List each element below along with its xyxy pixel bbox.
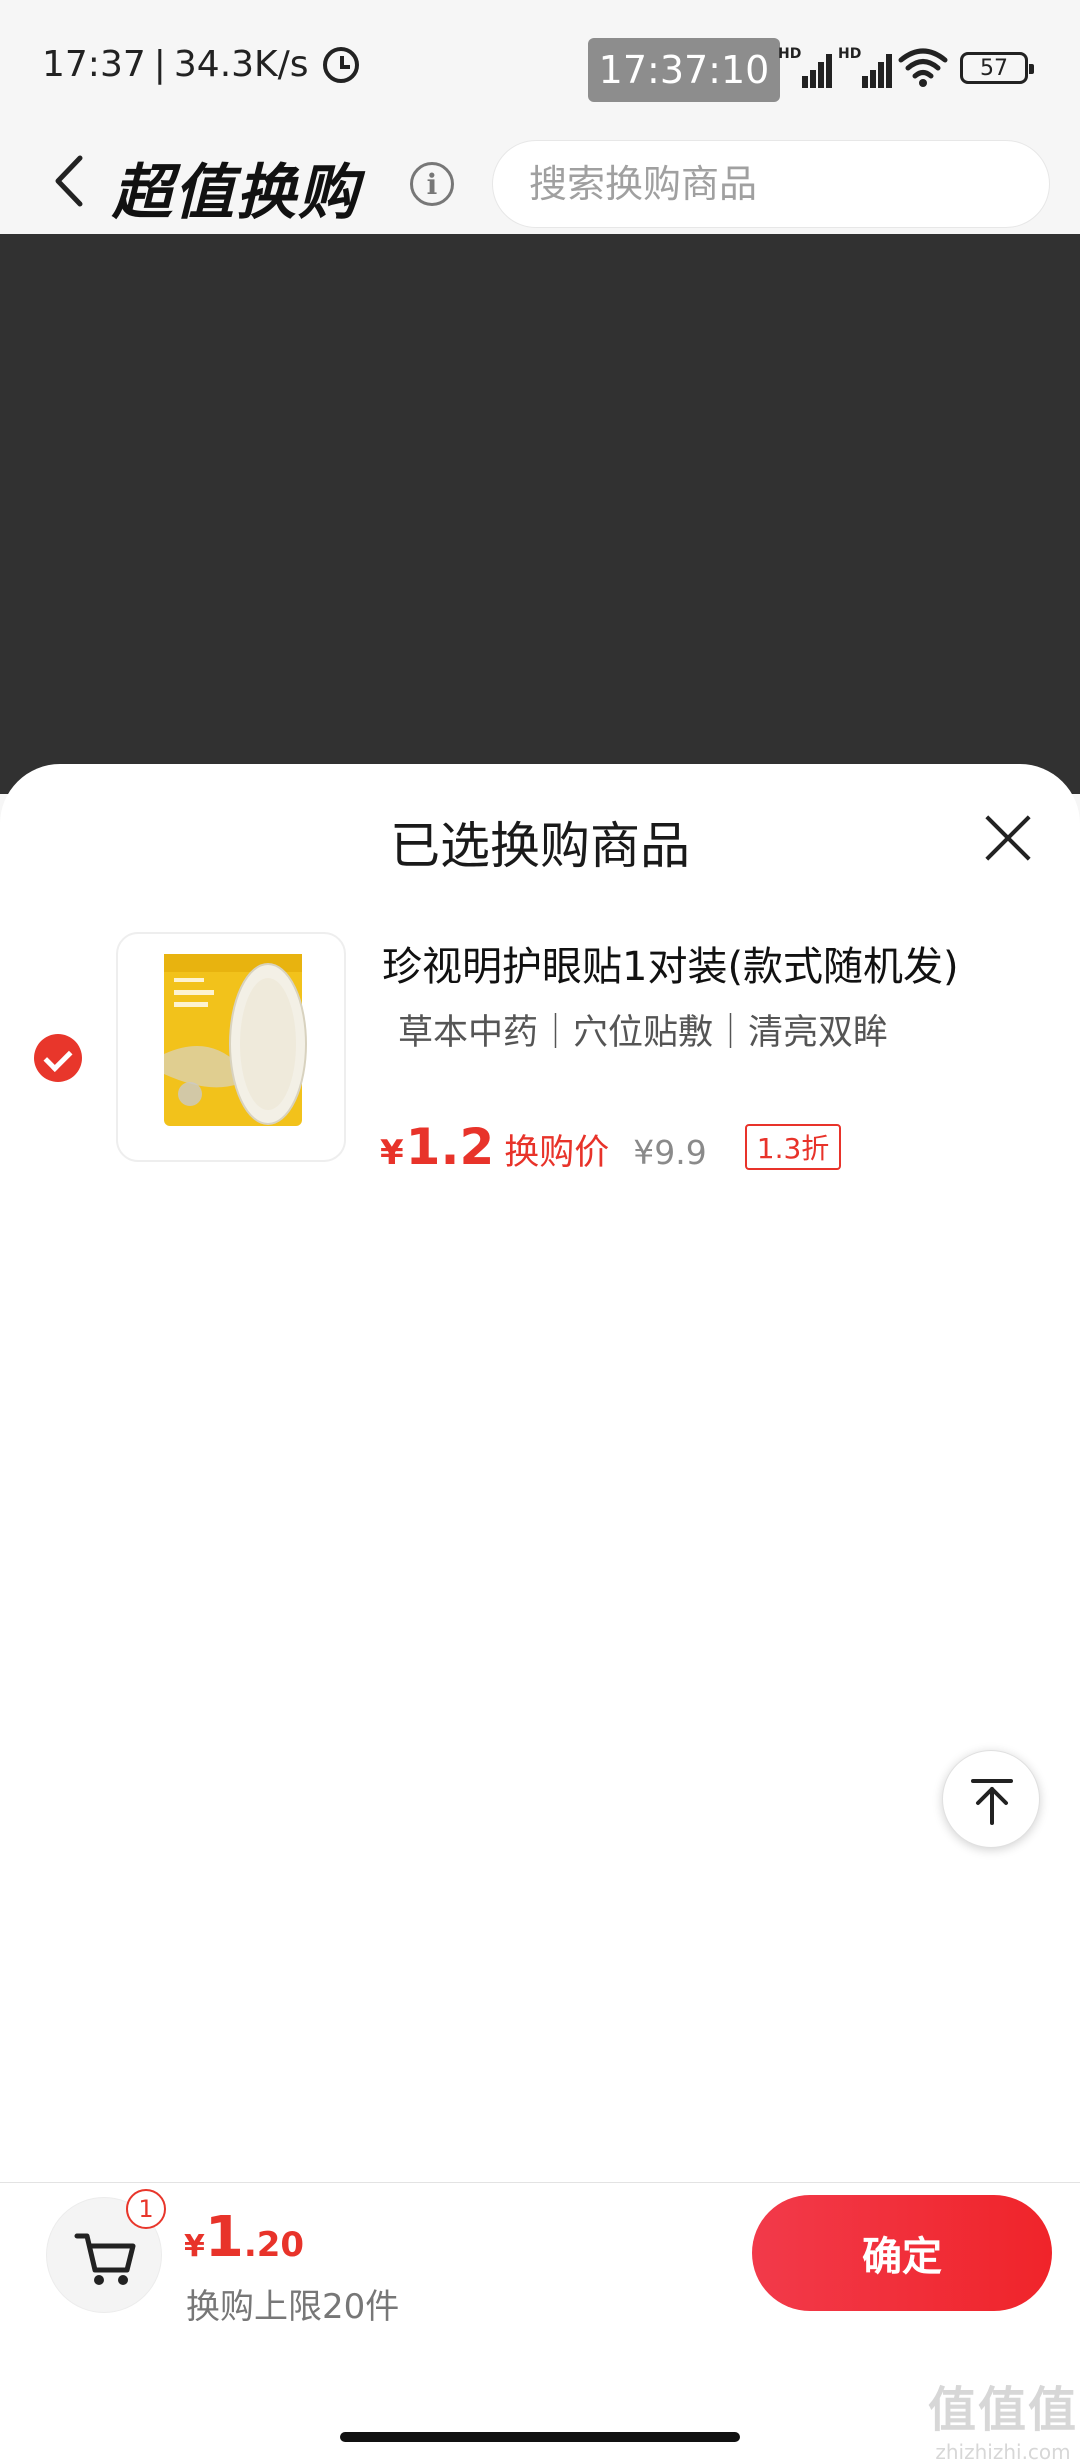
checkout-footer: 1 ¥ 1 .20 换购上限20件 确定 xyxy=(0,2182,1080,2460)
search-input[interactable] xyxy=(493,141,1049,227)
status-time: 17:37 xyxy=(42,44,146,85)
status-left: 17:37 | 34.3K/s xyxy=(42,44,359,85)
home-indicator[interactable] xyxy=(340,2432,740,2442)
scroll-to-top-button[interactable] xyxy=(942,1750,1040,1848)
clock-overlay: 17:37:10 xyxy=(588,38,780,102)
signal-hd-label: HD xyxy=(838,46,862,62)
page: 17:37 | 34.3K/s 17:37:10 HD HD 57 超值换购 i… xyxy=(0,0,1080,2460)
signal-icon: HD xyxy=(778,46,834,88)
back-arrow-icon[interactable] xyxy=(50,152,90,210)
product-tags: 草本中药｜穴位贴敷｜清亮双眸 xyxy=(398,1013,889,1053)
signal-hd-label: HD xyxy=(778,46,802,62)
watermark-logo: 值值值 xyxy=(928,2382,1079,2438)
cart-count-badge: 1 xyxy=(126,2189,166,2229)
exchange-price-label: 换购价 xyxy=(504,1133,610,1173)
status-bar: 17:37 | 34.3K/s 17:37:10 HD HD 57 xyxy=(0,0,1080,130)
nav-bar: 超值换购 i xyxy=(0,130,1080,234)
price-row: ¥ 1.2 换购价 ¥9.9 1.3折 xyxy=(380,1118,842,1176)
original-price: ¥9.9 xyxy=(633,1133,707,1172)
product-name[interactable]: 珍视明护眼贴1对装(款式随机发) xyxy=(382,934,959,992)
watermark-url: zhizhizhi.com xyxy=(935,2440,1071,2460)
exchange-price: 1.2 xyxy=(405,1118,495,1176)
status-divider: | xyxy=(153,44,166,85)
battery-icon: 57 xyxy=(960,52,1034,84)
total-price: ¥ 1 .20 xyxy=(184,2205,304,2270)
battery-level: 57 xyxy=(980,55,1008,81)
sheet-title: 已选换购商品 xyxy=(390,817,690,875)
watermark: 值值值 zhizhizhi.com xyxy=(928,2370,1078,2460)
price-currency: ¥ xyxy=(380,1133,404,1173)
dim-overlay[interactable] xyxy=(0,234,1080,794)
alarm-icon xyxy=(322,46,359,83)
info-icon[interactable]: i xyxy=(410,162,454,206)
signal-icon: HD xyxy=(838,46,894,88)
wifi-icon xyxy=(898,48,948,87)
product-image[interactable] xyxy=(116,932,346,1162)
close-icon[interactable] xyxy=(978,808,1038,868)
eye-patch-package-image xyxy=(164,954,307,1126)
selected-check-icon[interactable] xyxy=(34,1034,82,1082)
total-decimal: .20 xyxy=(243,2225,305,2265)
total-integer: 1 xyxy=(204,2205,244,2270)
discount-badge: 1.3折 xyxy=(744,1124,842,1170)
confirm-button[interactable]: 确定 xyxy=(752,2195,1052,2311)
net-speed: 34.3K/s xyxy=(173,44,309,85)
page-title: 超值换购 xyxy=(112,158,360,228)
arrow-up-icon xyxy=(971,1779,1013,1825)
search-box[interactable] xyxy=(492,140,1050,228)
total-currency: ¥ xyxy=(184,2229,205,2264)
exchange-limit-text: 换购上限20件 xyxy=(186,2287,400,2327)
